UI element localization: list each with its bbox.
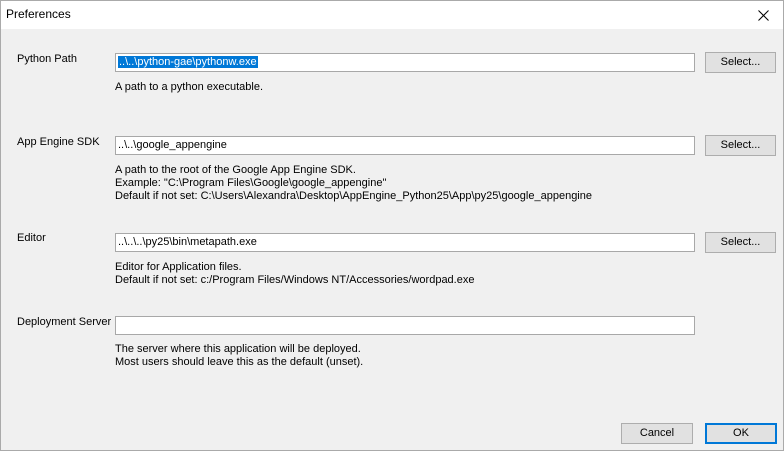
editor-label: Editor — [17, 232, 46, 244]
description-line: Default if not set: C:\Users\Alexandra\D… — [115, 190, 592, 202]
close-button[interactable] — [743, 1, 783, 29]
description-line: Most users should leave this as the defa… — [115, 356, 364, 368]
app-engine-sdk-input[interactable]: ..\..\google_appengine — [115, 136, 695, 155]
app-engine-sdk-select-button[interactable]: Select... — [705, 135, 776, 156]
editor-select-button[interactable]: Select... — [705, 232, 776, 253]
description-line: The server where this application will b… — [115, 343, 361, 355]
description-line: Example: "C:\Program Files\Google\google… — [115, 177, 387, 189]
close-icon — [757, 9, 769, 21]
description-line: A path to a python executable. — [115, 81, 264, 93]
python-path-value: ..\..\python-gae\pythonw.exe — [118, 56, 258, 68]
python-path-select-button[interactable]: Select... — [705, 52, 776, 73]
cancel-button[interactable]: Cancel — [621, 423, 693, 444]
editor-description: Editor for Application files. Default if… — [115, 261, 474, 287]
description-line: A path to the root of the Google App Eng… — [115, 164, 356, 176]
python-path-label: Python Path — [17, 53, 77, 65]
title-bar: Preferences — [1, 1, 783, 29]
app-engine-sdk-value: ..\..\google_appengine — [118, 139, 227, 151]
deployment-server-label: Deployment Server — [17, 316, 112, 328]
window-title: Preferences — [6, 7, 71, 21]
python-path-input[interactable]: ..\..\python-gae\pythonw.exe — [115, 53, 695, 72]
deployment-server-input[interactable] — [115, 316, 695, 335]
editor-value: ..\..\..\py25\bin\metapath.exe — [118, 236, 257, 248]
editor-input[interactable]: ..\..\..\py25\bin\metapath.exe — [115, 233, 695, 252]
description-line: Editor for Application files. — [115, 261, 242, 273]
preferences-dialog: Preferences Python Path ..\..\python-gae… — [0, 0, 784, 451]
app-engine-sdk-label: App Engine SDK — [17, 136, 100, 148]
app-engine-sdk-description: A path to the root of the Google App Eng… — [115, 164, 592, 203]
ok-button[interactable]: OK — [705, 423, 777, 444]
python-path-description: A path to a python executable. — [115, 81, 263, 94]
deployment-server-description: The server where this application will b… — [115, 343, 363, 369]
description-line: Default if not set: c:/Program Files/Win… — [115, 274, 475, 286]
